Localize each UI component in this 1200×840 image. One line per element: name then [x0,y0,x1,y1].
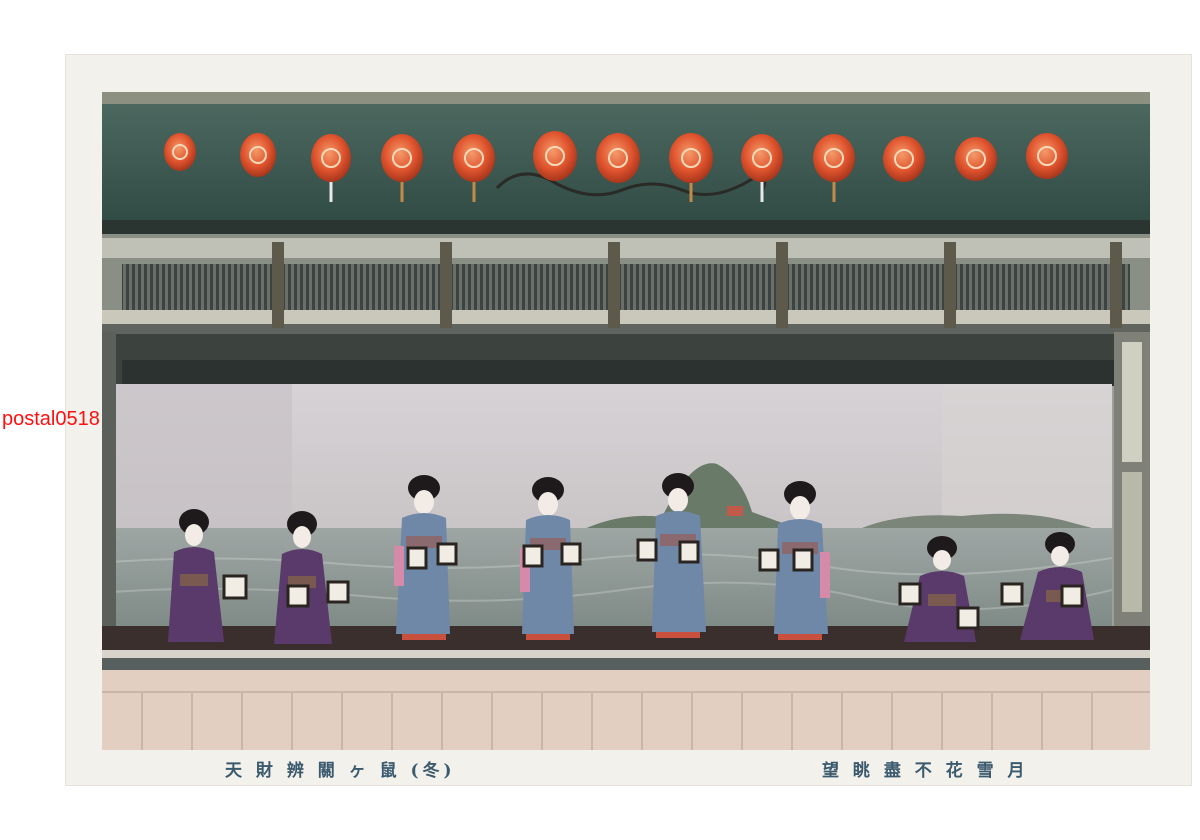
paper-lantern [883,136,925,182]
postcard-page: postal0518 天 財 辨 關 ヶ 鼠 (冬) 望 眺 盡 不 花 雪 月 [0,0,1200,840]
paper-lantern [596,133,640,183]
stage-photograph [102,92,1150,750]
paper-lantern [240,133,276,177]
caption-right: 望 眺 盡 不 花 雪 月 [822,761,1029,781]
paper-lantern [1026,133,1068,179]
paper-lantern [164,133,196,171]
paper-lantern [533,131,577,181]
balcony-railing [102,234,1150,346]
stage-floor [102,626,1150,652]
stage-scene [102,92,1150,750]
watermark-text: postal0518 [2,408,100,430]
caption-left: 天 財 辨 關 ヶ 鼠 (冬) [225,761,456,781]
paper-lantern [955,137,997,181]
